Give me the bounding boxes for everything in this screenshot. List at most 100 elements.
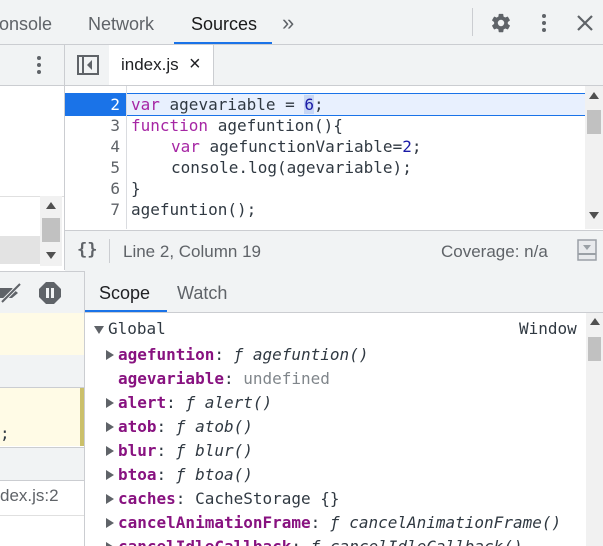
line-number-4[interactable]: 4 <box>64 136 120 157</box>
file-tab-index-js[interactable]: index.js × <box>109 45 214 85</box>
expand-triangle-icon[interactable] <box>106 541 114 546</box>
sidebar-separator <box>0 515 84 516</box>
expand-triangle-icon[interactable] <box>106 493 114 504</box>
code-line-6: } <box>131 179 141 198</box>
scrollbar-thumb[interactable] <box>588 337 601 361</box>
close-devtools-icon[interactable] <box>576 14 594 32</box>
tab-sources[interactable]: Sources <box>191 0 257 44</box>
code-text: agevariable = <box>159 95 305 114</box>
scope-property-row[interactable]: agevariable: undefined <box>106 367 330 391</box>
scope-global-label: Global <box>108 319 166 338</box>
property-name: btoa <box>118 465 157 484</box>
scroll-up-arrow-icon[interactable] <box>589 92 599 99</box>
tab-watch[interactable]: Watch <box>177 283 227 304</box>
devtools-main-tabbar: onsole Network Sources » <box>0 0 603 45</box>
expand-triangle-icon[interactable] <box>106 421 114 432</box>
scope-global-value: Window <box>519 319 577 338</box>
scroll-down-arrow-icon[interactable] <box>46 252 56 259</box>
scope-property-row[interactable]: caches: CacheStorage {} <box>106 487 340 511</box>
code-text: agefuntion(){ <box>208 116 343 135</box>
property-value: undefined <box>243 369 330 388</box>
code-text: ; <box>314 95 324 114</box>
line-number-3[interactable]: 3 <box>64 115 120 136</box>
gutter-border <box>126 86 127 229</box>
code-text: agefunctionVariable= <box>199 137 403 156</box>
settings-gear-icon[interactable] <box>490 12 512 34</box>
scroll-up-arrow-icon[interactable] <box>46 202 56 209</box>
code-text: ; <box>411 137 422 156</box>
property-name: blur <box>118 441 157 460</box>
scope-property-row[interactable]: blur: ƒ blur() <box>106 439 253 463</box>
scope-watch-tabbar: Scope Watch <box>85 271 603 313</box>
expand-triangle-icon[interactable] <box>106 517 114 528</box>
customize-menu-kebab-icon[interactable] <box>538 12 550 34</box>
scrollbar-thumb[interactable] <box>42 218 60 242</box>
property-separator: : <box>166 393 186 412</box>
editor-scrollbar[interactable] <box>585 86 603 229</box>
property-separator: : <box>156 417 176 436</box>
property-name: atob <box>118 417 157 436</box>
sidebar-section-header[interactable] <box>0 355 84 388</box>
tab-network[interactable]: Network <box>88 0 154 44</box>
scope-property-row[interactable]: alert: ƒ alert() <box>106 391 272 415</box>
property-value: alert() <box>204 393 273 412</box>
pause-on-exceptions-icon[interactable] <box>38 281 62 305</box>
deactivate-breakpoints-icon[interactable] <box>0 282 22 304</box>
property-separator: : <box>223 369 244 388</box>
editor-statusbar: {} Line 2, Column 19 Coverage: n/a <box>65 230 603 272</box>
file-tab-label: index.js <box>121 55 179 74</box>
callstack-location-link[interactable]: dex.js:2 <box>0 486 59 506</box>
property-separator: : <box>156 465 176 484</box>
callstack-current-frame[interactable]: ; <box>0 388 80 446</box>
property-value: btoa() <box>195 465 253 484</box>
line-number-2[interactable]: 2 <box>64 94 120 115</box>
navigator-menu-kebab-icon[interactable] <box>37 55 41 75</box>
property-separator: : <box>310 513 330 532</box>
expand-triangle-icon[interactable] <box>106 397 114 408</box>
function-glyph: ƒ <box>329 513 350 532</box>
expand-triangle-icon[interactable] <box>106 469 114 480</box>
tab-scope[interactable]: Scope <box>99 283 150 304</box>
line-number-6[interactable]: 6 <box>64 178 120 199</box>
scope-global-header[interactable]: Global <box>94 317 166 341</box>
scroll-up-arrow-icon[interactable] <box>590 318 600 325</box>
property-separator: : <box>214 345 234 364</box>
number-literal: 2 <box>402 137 412 156</box>
scope-property-row[interactable]: btoa: ƒ btoa() <box>106 463 253 487</box>
toggle-navigator-icon[interactable] <box>77 55 99 75</box>
coverage-text: Coverage: n/a <box>441 242 548 261</box>
property-value: blur() <box>195 441 253 460</box>
scope-tab-underline <box>85 310 167 312</box>
file-tab-close-icon[interactable]: × <box>189 53 201 76</box>
expand-triangle-icon[interactable] <box>106 445 114 456</box>
line-number-7[interactable]: 7 <box>64 199 120 220</box>
expand-triangle-icon[interactable] <box>106 349 114 360</box>
frame-fragment-text: ; <box>0 424 10 443</box>
line-number-5[interactable]: 5 <box>64 157 120 178</box>
property-name: caches <box>118 489 176 508</box>
property-name: cancelAnimationFrame <box>118 513 311 532</box>
navigator-tabbar <box>0 45 64 86</box>
scope-property-row[interactable]: agefuntion: ƒ agefuntion() <box>106 343 368 367</box>
sidebar-section-header-2[interactable] <box>0 447 84 481</box>
scope-scrollbar[interactable] <box>586 313 603 546</box>
tab-console[interactable]: onsole <box>0 0 52 44</box>
navigator-selected-row[interactable] <box>0 236 40 264</box>
keyword-var: var <box>131 95 160 114</box>
scope-property-row[interactable]: cancelAnimationFrame: ƒ cancelAnimationF… <box>106 511 561 535</box>
scope-property-row[interactable]: atob: ƒ atob() <box>106 415 253 439</box>
partial-line-number: 1 <box>65 86 125 90</box>
active-tab-indicator <box>174 42 272 44</box>
more-tabs-chevron-icon[interactable]: » <box>282 0 294 44</box>
paused-banner <box>0 313 84 356</box>
property-separator: : <box>175 489 196 508</box>
navigator-scrollbar[interactable] <box>40 196 62 266</box>
scope-tree: Global Window agefuntion: ƒ agefuntion()… <box>86 313 586 546</box>
scope-property-row[interactable]: cancelIdleCallback: ƒ cancelIdleCallback… <box>106 535 523 546</box>
cursor-position-text: Line 2, Column 19 <box>123 242 261 261</box>
pretty-print-braces-icon[interactable]: {} <box>77 240 97 260</box>
scrollbar-thumb[interactable] <box>587 110 601 134</box>
scroll-down-arrow-icon[interactable] <box>589 212 599 219</box>
expand-triangle-icon[interactable] <box>94 325 104 334</box>
toggle-debugger-sidebar-icon[interactable] <box>577 239 597 261</box>
